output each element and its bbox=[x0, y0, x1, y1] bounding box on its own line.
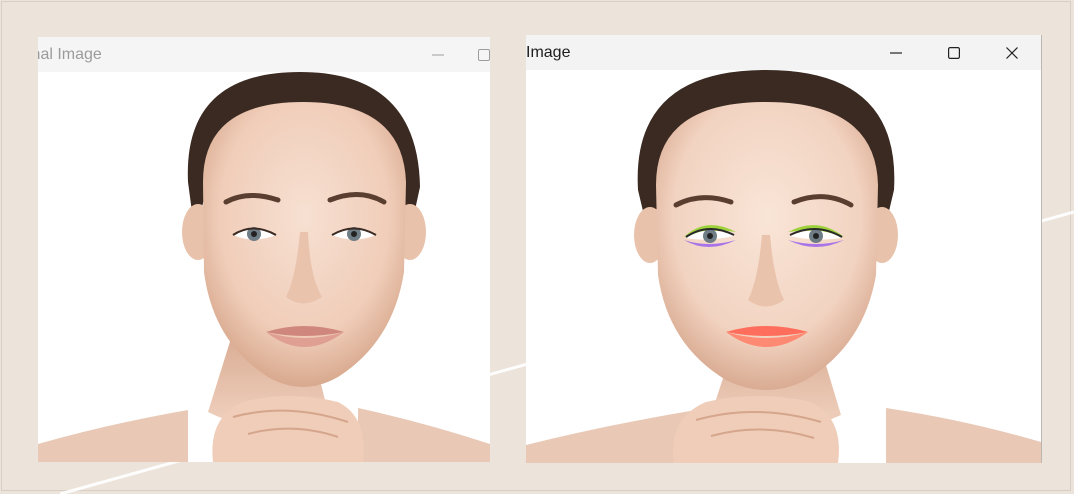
minimize-button[interactable] bbox=[867, 35, 925, 70]
title-bar[interactable]: Image bbox=[526, 35, 1041, 70]
maximize-button[interactable] bbox=[925, 35, 983, 70]
image-canvas bbox=[526, 70, 1041, 463]
image-canvas bbox=[38, 72, 490, 462]
portrait-image bbox=[38, 72, 490, 462]
maximize-icon bbox=[478, 48, 490, 61]
window-title: Image bbox=[526, 43, 571, 61]
title-bar[interactable]: inal Image bbox=[38, 37, 490, 72]
window-title: inal Image bbox=[38, 45, 102, 63]
original-image-window[interactable]: inal Image bbox=[38, 37, 490, 462]
makeup-image-window[interactable]: Image bbox=[526, 35, 1041, 463]
window-controls bbox=[414, 37, 490, 72]
maximize-icon bbox=[948, 46, 960, 59]
window-controls bbox=[867, 35, 1041, 70]
close-button[interactable] bbox=[983, 35, 1041, 70]
minimize-icon bbox=[432, 54, 444, 55]
portrait-image bbox=[526, 70, 1041, 463]
minimize-icon bbox=[890, 51, 902, 54]
maximize-button[interactable] bbox=[462, 37, 490, 72]
minimize-button[interactable] bbox=[414, 37, 462, 72]
close-icon bbox=[1006, 46, 1018, 59]
